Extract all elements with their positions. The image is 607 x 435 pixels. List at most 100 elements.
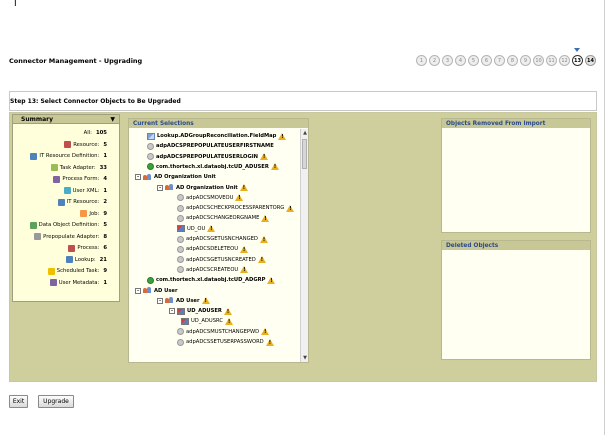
summary-row[interactable]: Prepopulate Adapter: 8 (34, 232, 107, 242)
selection-tree[interactable]: Lookup.ADGroupReconciliation.FieldMap adp… (129, 129, 300, 362)
warning-icon (207, 225, 216, 233)
tree-node[interactable]: adpADCSCHECKPROCESSPARENTORG (177, 203, 295, 213)
collapse-toggle-icon[interactable]: - (157, 184, 163, 191)
warning-icon (261, 214, 270, 222)
tree-node[interactable]: com.thortech.xl.dataobj.tcUD_ADUSER (147, 162, 279, 172)
warning-icon (278, 132, 287, 140)
tree-node[interactable]: adpADCSGETUSNCHANGED (177, 234, 268, 244)
collapse-toggle-icon[interactable]: - (169, 308, 175, 315)
step-1: 1 (416, 55, 427, 66)
tree-node-label: adpADCSPREPOPULATEUSERFIRSTNAME (156, 143, 274, 150)
tree-node[interactable]: com.thortech.xl.dataobj.tcUD_ADGRP (147, 275, 276, 285)
collapse-toggle-icon[interactable]: - (135, 287, 141, 294)
user-metadata-icon (49, 279, 57, 286)
step-6: 6 (481, 55, 492, 66)
summary-row[interactable]: IT Resource Definition: 1 (30, 151, 107, 161)
summary-row-count: 9 (103, 268, 107, 274)
adapter-icon (177, 235, 184, 243)
triangle-down-icon[interactable]: ▼ (110, 116, 115, 123)
tree-node[interactable]: UD_ADUSRC (181, 316, 233, 326)
warning-icon (261, 328, 270, 336)
summary-header[interactable]: Summary ▼ (13, 115, 119, 124)
tree-node[interactable]: Lookup.ADGroupReconciliation.FieldMap (147, 131, 287, 141)
tree-node[interactable]: adpADCSPREPOPULATEUSERFIRSTNAME (147, 141, 274, 151)
scroll-up-icon[interactable]: ▲ (302, 130, 308, 136)
summary-row[interactable]: All: 105 (84, 128, 107, 138)
collapse-toggle-icon[interactable]: - (157, 297, 163, 304)
tree-node-label: adpADCSCREATEOU (186, 266, 239, 273)
step-5: 5 (468, 55, 479, 66)
tree-node[interactable]: adpADCSSETUSERPASSWORD (177, 337, 274, 347)
step-7: 7 (494, 55, 505, 66)
summary-row[interactable]: Job: 9 (80, 209, 107, 219)
data-object-icon (147, 163, 154, 171)
tree-node[interactable]: - AD User (135, 286, 178, 296)
warning-icon (257, 256, 266, 264)
exit-button[interactable]: Exit (9, 395, 28, 408)
tree-scrollbar[interactable]: ▲ ▼ (300, 129, 308, 362)
tree-node[interactable]: - AD Organization Unit (135, 172, 216, 182)
collapse-toggle-icon[interactable]: - (135, 174, 141, 181)
current-selections-panel: Current Selections Lookup.ADGroupReconci… (128, 118, 309, 363)
tree-node[interactable]: adpADCSCREATEOU (177, 265, 249, 275)
tree-node[interactable]: - AD Organization Unit (157, 183, 248, 193)
form-icon (181, 317, 189, 325)
scroll-down-icon[interactable]: ▼ (302, 355, 308, 361)
current-step-marker-icon (574, 48, 580, 52)
summary-row-label: Lookup: (74, 256, 96, 263)
tree-node-label: UD_ADUSRC (191, 318, 223, 325)
upgrade-button[interactable]: Upgrade (38, 395, 74, 408)
it-resource-def-icon (30, 152, 38, 160)
data-object-icon (29, 221, 37, 229)
summary-row[interactable]: IT Resource: 2 (57, 197, 107, 207)
removed-objects-title: Objects Removed From Import (442, 119, 590, 128)
adapter-icon (177, 194, 184, 202)
summary-title: Summary (21, 115, 54, 123)
tree-node-label: AD User (176, 297, 200, 304)
step-12: 12 (559, 55, 570, 66)
summary-row-count: 1 (103, 187, 107, 194)
current-selections-title: Current Selections (129, 119, 308, 128)
summary-row[interactable]: Resource: 5 (64, 140, 107, 150)
adapter-icon (177, 245, 184, 253)
resource-icon (64, 141, 72, 148)
warning-icon (267, 276, 276, 284)
tree-node[interactable]: adpADCSCHANGEORGNAME (177, 213, 270, 223)
tree-node[interactable]: - AD User (157, 296, 210, 306)
summary-row[interactable]: Lookup: 21 (65, 255, 107, 265)
warning-icon (286, 204, 295, 212)
summary-row-label: Prepopulate Adapter: (43, 233, 100, 240)
tree-node[interactable]: adpADCSPREPOPULATEUSERLOGIN (147, 152, 268, 162)
tree-node-label: AD Organization Unit (176, 184, 238, 191)
adapter-icon (177, 204, 184, 212)
summary-row-count: 1 (103, 279, 107, 286)
tree-node-label: adpADCSPREPOPULATEUSERLOGIN (156, 153, 258, 160)
scroll-thumb[interactable] (302, 139, 307, 169)
summary-row-label: Process: (77, 245, 100, 251)
tree-node[interactable]: - UD_ADUSER (169, 306, 232, 316)
tree-node[interactable]: adpADCSMOVEOU (177, 193, 244, 203)
step-10: 10 (533, 55, 544, 66)
adapter-icon (177, 256, 184, 264)
tree-node[interactable]: adpADCSGETUSNCREATED (177, 255, 266, 265)
summary-row[interactable]: User Metadata: 1 (49, 278, 107, 288)
summary-row[interactable]: Process: 6 (68, 243, 107, 253)
data-object-icon (147, 276, 154, 284)
lookup-icon (65, 256, 73, 263)
summary-row-count: 5 (103, 141, 107, 148)
summary-row[interactable]: Task Adapter: 33 (50, 163, 107, 173)
tree-node-label: AD Organization Unit (154, 174, 216, 181)
summary-row[interactable]: Process Form: 4 (53, 174, 107, 184)
warning-icon (240, 245, 248, 253)
group-icon (143, 287, 152, 294)
step-header: Step 13: Select Connector Objects to Be … (9, 91, 597, 111)
tree-node-label: com.thortech.xl.dataobj.tcUD_ADUSER (156, 163, 269, 170)
summary-row[interactable]: User XML: 1 (63, 186, 107, 196)
summary-row[interactable]: Data Object Definition: 5 (29, 220, 107, 230)
prepopulate-icon (34, 233, 42, 240)
tree-node[interactable]: adpADCSDELETEOU (177, 244, 248, 254)
tree-node[interactable]: UD_OU (177, 224, 216, 234)
tree-node[interactable]: adpADCSMUSTCHANGEPWD (177, 327, 270, 337)
summary-row[interactable]: Scheduled Task: 9 (47, 266, 107, 276)
step-header-title: Step 13: Select Connector Objects to Be … (10, 98, 181, 105)
